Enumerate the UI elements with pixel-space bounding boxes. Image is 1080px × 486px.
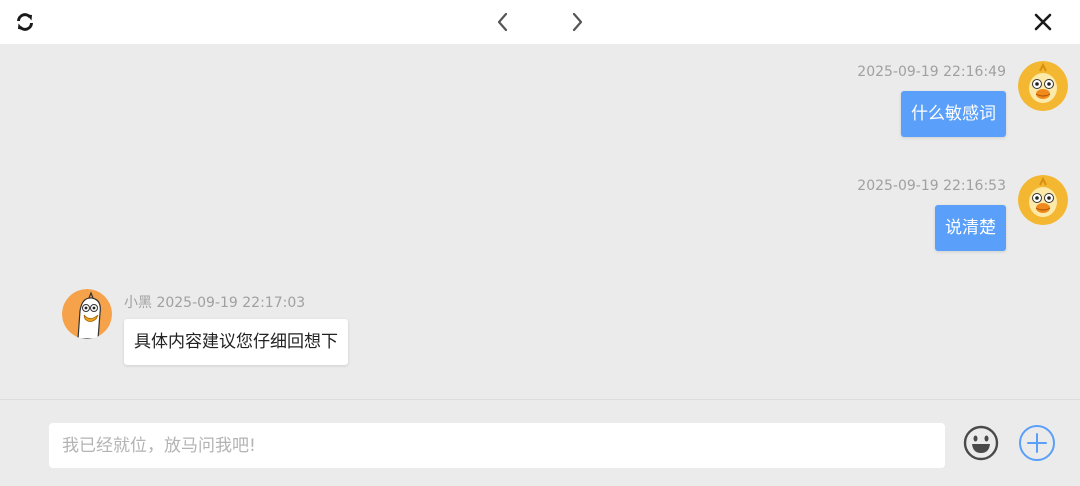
close-icon[interactable] [1031, 10, 1055, 34]
message-list[interactable]: 2025-09-19 22:16:49 什么敏感词 2025-09-19 22:… [0, 44, 1080, 399]
message-bubble[interactable]: 什么敏感词 [901, 91, 1006, 137]
message-input[interactable] [49, 423, 945, 468]
plus-circle-icon[interactable] [1018, 424, 1056, 462]
chevron-left-icon[interactable] [491, 10, 515, 34]
bot-avatar[interactable] [62, 289, 112, 339]
user-avatar[interactable] [1018, 175, 1068, 225]
user-avatar[interactable] [1018, 61, 1068, 111]
chevron-right-icon[interactable] [565, 10, 589, 34]
message-timestamp: 2025-09-19 22:16:53 [857, 178, 1006, 194]
message-bubble[interactable]: 说清楚 [935, 205, 1006, 251]
message-sender-timestamp: 小黑 2025-09-19 22:17:03 [124, 295, 306, 311]
message-bubble[interactable]: 具体内容建议您仔细回想下 [124, 319, 348, 365]
composer [0, 400, 1080, 486]
top-toolbar [0, 0, 1080, 44]
emoji-icon[interactable] [962, 424, 1000, 462]
message-timestamp: 2025-09-19 22:16:49 [857, 64, 1006, 80]
refresh-icon[interactable] [13, 10, 37, 34]
